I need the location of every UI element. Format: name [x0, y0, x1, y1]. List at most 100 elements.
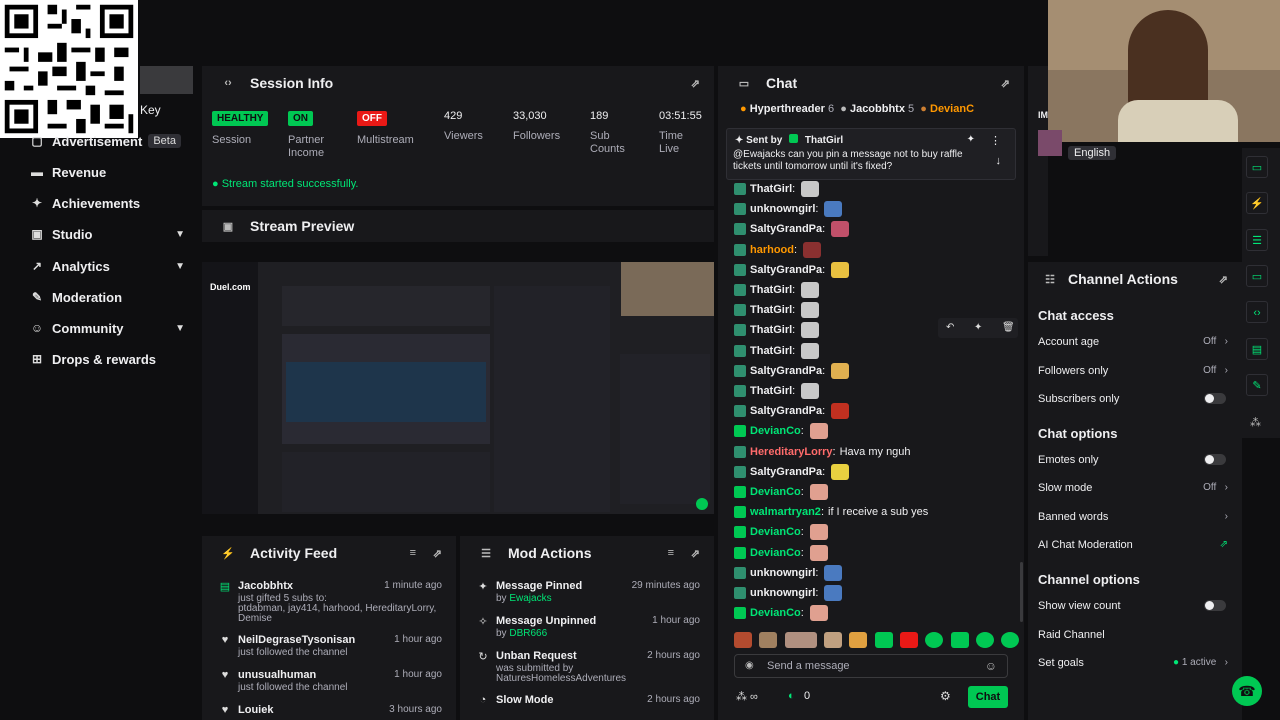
- chat-message[interactable]: DevianCo:: [734, 483, 828, 501]
- chat-scrollbar[interactable]: [1020, 562, 1023, 622]
- mod-action-actor[interactable]: NaturesHomelessAdventures: [496, 674, 626, 684]
- sidebar-item-analytics[interactable]: ↗ Analytics ▼: [0, 253, 195, 279]
- support-chat-icon[interactable]: ☎: [1232, 676, 1262, 706]
- emote-icon[interactable]: [925, 632, 944, 648]
- chat-message[interactable]: unknowngirl:: [734, 584, 843, 602]
- chat-message[interactable]: harhood:: [734, 241, 822, 259]
- chat-username[interactable]: SaltyGrandPa: [750, 223, 822, 235]
- chat-username[interactable]: DevianCo: [750, 547, 801, 559]
- banned-words-row[interactable]: Banned words ›: [1038, 511, 1228, 523]
- reply-icon[interactable]: ↶: [946, 322, 954, 333]
- emote-icon[interactable]: [759, 632, 778, 648]
- leader-name[interactable]: Hyperthreader: [750, 103, 825, 115]
- chat-message[interactable]: ThatGirl:: [734, 301, 820, 319]
- settings-icon[interactable]: ⚙: [940, 689, 951, 703]
- chat-username[interactable]: DevianCo: [750, 526, 801, 538]
- emote-icon[interactable]: [976, 632, 995, 648]
- emoji-icon[interactable]: ☺: [985, 659, 997, 673]
- chat-message[interactable]: DevianCo:: [734, 422, 828, 440]
- more-vertical-icon[interactable]: ⋮: [990, 134, 1001, 147]
- chat-username[interactable]: ThatGirl: [750, 284, 792, 296]
- bolt-icon[interactable]: ⚡: [1246, 192, 1268, 214]
- leader-name[interactable]: Jacobbhtx: [850, 103, 905, 115]
- chat-username[interactable]: unknowngirl: [750, 203, 815, 215]
- chat-message[interactable]: ThatGirl:: [734, 382, 820, 400]
- chat-message[interactable]: SaltyGrandPa:: [734, 362, 850, 380]
- pin-icon[interactable]: ✦: [967, 134, 975, 145]
- chat-message[interactable]: SaltyGrandPa:: [734, 402, 850, 420]
- sidebar-item-moderation[interactable]: ✎ Moderation: [0, 284, 195, 310]
- chat-username[interactable]: ThatGirl: [750, 345, 792, 357]
- mod-action-actor[interactable]: Ewajacks: [509, 593, 551, 604]
- emote-icon[interactable]: [824, 632, 843, 648]
- leader-name[interactable]: DevianC: [930, 103, 974, 115]
- delete-icon[interactable]: 🗑: [1002, 322, 1015, 333]
- activity-user[interactable]: unusualhuman: [238, 669, 316, 681]
- ai-moderation-row[interactable]: AI Chat Moderation ⇗: [1038, 539, 1228, 551]
- subscribers-only-toggle[interactable]: [1204, 393, 1226, 404]
- emotes-only-toggle[interactable]: [1204, 454, 1226, 465]
- chat-username[interactable]: ThatGirl: [750, 385, 792, 397]
- chat-message[interactable]: DevianCo:: [734, 523, 828, 541]
- chat-username[interactable]: DevianCo: [750, 425, 801, 437]
- slow-mode-row[interactable]: Slow mode Off ›: [1038, 482, 1228, 494]
- stat-partner-income[interactable]: ON Partner Income: [288, 110, 344, 160]
- chat-username[interactable]: ThatGirl: [750, 304, 792, 316]
- chat-username[interactable]: unknowngirl: [750, 567, 815, 579]
- extensions-icon[interactable]: ⁂: [1250, 416, 1261, 429]
- extensions-icon[interactable]: ⁂ ∞: [736, 690, 758, 703]
- activity-user[interactable]: Louiek: [238, 704, 273, 716]
- emote-icon[interactable]: [874, 632, 893, 648]
- chat-message[interactable]: ThatGirl:: [734, 281, 820, 299]
- stream-preview-video[interactable]: Duel.com: [202, 262, 714, 514]
- account-age-row[interactable]: Account age Off ›: [1038, 336, 1228, 348]
- chat-message[interactable]: ThatGirl:: [734, 321, 820, 339]
- emote-icon[interactable]: [849, 632, 868, 648]
- chat-username[interactable]: walmartryan2: [750, 506, 821, 518]
- chat-username[interactable]: DevianCo: [750, 486, 801, 498]
- session-panel-icon[interactable]: ▭: [1246, 156, 1268, 178]
- chat-message[interactable]: walmartryan2: if I receive a sub yes: [734, 503, 928, 521]
- arrow-down-icon[interactable]: ↓: [996, 155, 1002, 167]
- show-view-count-toggle[interactable]: [1204, 600, 1226, 611]
- mod-action-actor[interactable]: DBR666: [509, 628, 547, 639]
- code-icon[interactable]: ‹›: [1246, 301, 1268, 323]
- chat-message[interactable]: SaltyGrandPa:: [734, 463, 850, 481]
- chat-message[interactable]: DevianCo:: [734, 544, 828, 562]
- pinned-sender[interactable]: ThatGirl: [805, 135, 843, 146]
- activity-user[interactable]: Jacobbhtx: [238, 580, 293, 592]
- sidebar-item-key[interactable]: Key: [140, 103, 161, 117]
- stat-multistream[interactable]: OFF Multistream: [357, 110, 414, 146]
- chat-message[interactable]: unknowngirl:: [734, 564, 843, 582]
- chat-username[interactable]: unknowngirl: [750, 587, 815, 599]
- pin-icon[interactable]: ✦: [974, 322, 982, 333]
- chat-input[interactable]: ◉ Send a message ☺: [734, 654, 1008, 678]
- chat-username[interactable]: SaltyGrandPa: [750, 365, 822, 377]
- chat-username[interactable]: harhood: [750, 244, 794, 256]
- emote-icon[interactable]: [900, 632, 919, 648]
- list-icon[interactable]: ☰: [1246, 229, 1268, 251]
- chat-message[interactable]: ThatGirl:: [734, 342, 820, 360]
- chat-username[interactable]: HereditaryLorry: [750, 446, 833, 458]
- sidebar-item-achievements[interactable]: ✦ Achievements: [0, 190, 195, 216]
- followers-only-row[interactable]: Followers only Off ›: [1038, 365, 1228, 377]
- activity-user[interactable]: NeilDegraseTysonisan: [238, 634, 355, 646]
- chat-username[interactable]: SaltyGrandPa: [750, 466, 822, 478]
- set-goals-row[interactable]: Set goals ● 1 active ›: [1038, 657, 1228, 669]
- chat-message[interactable]: HereditaryLorry: Hava my nguh: [734, 443, 911, 461]
- chat-username[interactable]: SaltyGrandPa: [750, 405, 822, 417]
- sidebar-item-community[interactable]: ☺ Community ▼: [0, 315, 195, 341]
- chat-username[interactable]: ThatGirl: [750, 183, 792, 195]
- chat-message[interactable]: DevianCo:: [734, 604, 828, 622]
- popout-icon[interactable]: ⇗: [433, 547, 442, 560]
- chat-message[interactable]: SaltyGrandPa:: [734, 220, 850, 238]
- sidebar-item-drops[interactable]: ⊞ Drops & rewards: [0, 346, 195, 372]
- filter-icon[interactable]: ≡: [410, 547, 416, 559]
- popout-icon[interactable]: ⇗: [1219, 273, 1228, 286]
- chat-username[interactable]: DevianCo: [750, 607, 801, 619]
- raid-channel-row[interactable]: Raid Channel: [1038, 629, 1228, 641]
- emote-icon[interactable]: [784, 632, 817, 648]
- chat-username[interactable]: ThatGirl: [750, 324, 792, 336]
- sidebar-item-revenue[interactable]: ▬ Revenue: [0, 159, 195, 185]
- emote-icon[interactable]: [950, 632, 969, 648]
